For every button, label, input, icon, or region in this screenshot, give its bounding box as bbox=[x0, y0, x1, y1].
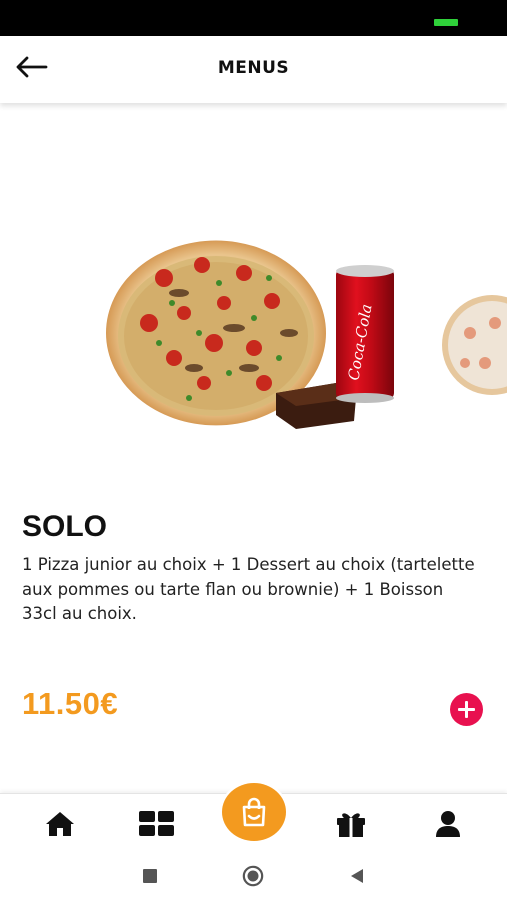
home-icon bbox=[46, 812, 74, 836]
page-title: MENUS bbox=[217, 58, 290, 78]
user-icon bbox=[436, 811, 460, 837]
gift-icon bbox=[337, 813, 365, 837]
home-circle-icon bbox=[242, 865, 264, 887]
cart-button[interactable] bbox=[219, 780, 289, 850]
menu-image: Coca-Cola bbox=[106, 240, 394, 429]
recents-button[interactable] bbox=[139, 865, 161, 887]
system-nav-bar bbox=[0, 851, 507, 900]
battery-icon bbox=[434, 19, 458, 26]
nav-menus[interactable] bbox=[137, 806, 177, 842]
app-header: MENUS bbox=[0, 36, 507, 103]
menu-item-price: 11.50€ bbox=[22, 686, 119, 721]
back-triangle-icon bbox=[351, 869, 363, 883]
status-bar bbox=[0, 0, 507, 36]
shopping-bag-icon bbox=[242, 797, 266, 827]
menu-item-name: SOLO bbox=[22, 510, 108, 543]
system-home-button[interactable] bbox=[242, 865, 264, 887]
menu-card[interactable]: Coca-Cola SOLO 1 Pizza junior au choix +… bbox=[0, 103, 507, 793]
add-to-cart-button[interactable] bbox=[450, 693, 483, 726]
grid-icon bbox=[139, 811, 174, 836]
nav-profile[interactable] bbox=[428, 806, 468, 842]
system-back-button[interactable] bbox=[346, 865, 368, 887]
nav-home[interactable] bbox=[40, 806, 80, 842]
next-menu-image-peek[interactable] bbox=[440, 293, 507, 398]
recents-square-icon bbox=[143, 869, 157, 883]
menu-item-description: 1 Pizza junior au choix + 1 Dessert au c… bbox=[22, 555, 475, 623]
nav-gifts[interactable] bbox=[331, 806, 371, 842]
